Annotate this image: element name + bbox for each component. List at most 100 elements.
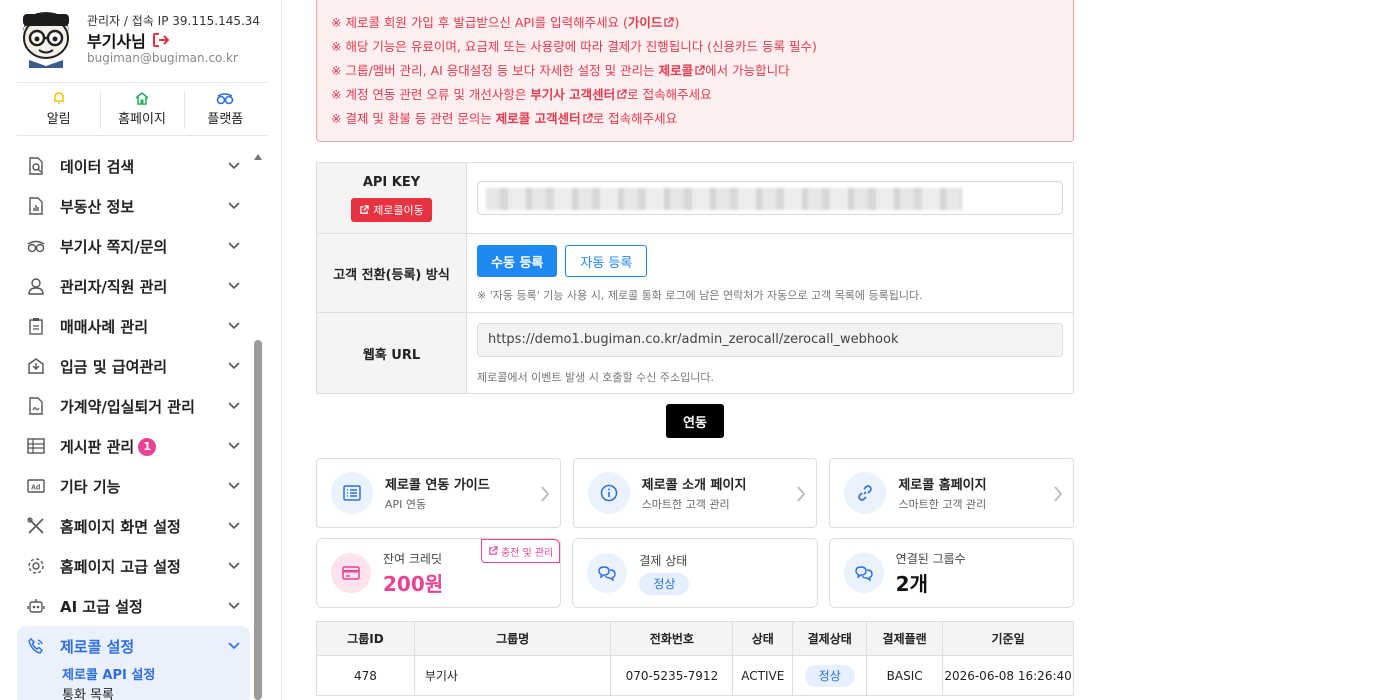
zerocall-support-link[interactable]: 제로콜 고객센터 [496, 111, 581, 126]
cell-group-id: 478 [316, 655, 415, 696]
pay-status-badge: 정상 [804, 664, 855, 687]
auto-register-button[interactable]: 자동 등록 [565, 245, 648, 277]
menu-ai-advanced[interactable]: AI 고급 설정 [17, 586, 250, 626]
glasses-icon [217, 93, 234, 105]
card-integration-guide[interactable]: 제로콜 연동 가이드 API 연동 [316, 458, 561, 528]
card-homepage[interactable]: 제로콜 홈페이지 스마트한 고객 관리 [829, 458, 1075, 528]
user-name-text: 부기사님 [87, 32, 146, 51]
card-title: 제로콜 소개 페이지 [641, 478, 747, 493]
row-mode: 고객 전환(등록) 방식 수동 등록 자동 등록 ※ '자동 등록' 기능 사용… [317, 234, 1073, 313]
cell-group-name: 부기사 [413, 655, 612, 696]
apikey-label: API KEY [362, 174, 421, 190]
menu-label: 매매사례 관리 [60, 317, 149, 336]
menu-staff[interactable]: 관리자/직원 관리 [17, 266, 250, 306]
logout-icon[interactable] [152, 32, 170, 48]
app-root: 관리자 / 접속 IP 39.115.145.34 부기사님 bugiman@b… [0, 0, 1400, 700]
guide-link[interactable]: 가이드 [628, 15, 663, 30]
notice-text: 에서 가능합니다 [705, 63, 790, 78]
apikey-input[interactable] [477, 181, 1063, 215]
menu-zerocall-settings[interactable]: 제로콜 설정 [17, 626, 250, 666]
webhook-header: 웹훅 URL [317, 313, 467, 393]
stat-credit: 잔여 크레딧 200원 충전 및 관리 [316, 538, 562, 608]
chevron-down-icon [228, 602, 240, 610]
notice-line: ※ 그룹/멤버 관리, AI 응대설정 등 보다 자세한 설정 및 관리는 제로… [331, 59, 1059, 83]
menu-homepage-screen[interactable]: 홈페이지 화면 설정 [17, 506, 250, 546]
menu-contracts[interactable]: 가계약/입실퇴거 관리 [17, 386, 250, 426]
col-group-id: 그룹ID [316, 621, 415, 656]
group-table: 그룹ID 그룹명 전화번호 상태 결제상태 결제플랜 기준일 478 부기사 0… [316, 621, 1074, 696]
credit-value: 200원 [383, 571, 444, 596]
external-link-icon [695, 65, 705, 75]
table-header-row: 그룹ID 그룹명 전화번호 상태 결제상태 결제플랜 기준일 [316, 621, 1074, 656]
charge-manage-button[interactable]: 충전 및 관리 [480, 539, 561, 563]
chevron-down-icon [228, 162, 240, 170]
notice-line: ※ 제로콜 회원 가입 후 발급받으신 API를 입력해주세요 (가이드) [331, 11, 1059, 35]
menu-payments[interactable]: 입금 및 급여관리 [17, 346, 250, 386]
menu-label: 기타 기능 [60, 477, 121, 496]
masked-key [486, 188, 962, 210]
cell-date: 2026-06-08 16:26:40 [942, 655, 1074, 696]
user-email: bugiman@bugiman.co.kr [87, 51, 238, 65]
notice-line: ※ 해당 기능은 유료이며, 요금제 또는 사용량에 따라 결제가 진행됩니다 … [331, 39, 817, 54]
zerocall-go-button[interactable]: 제로콜이동 [351, 197, 432, 222]
menu-group-zerocall: 제로콜 설정 제로콜 API 설정 통화 목록 [17, 626, 250, 700]
chevron-down-icon [228, 642, 240, 650]
stat-groups: 연결된 그룹수 2개 [828, 538, 1074, 608]
chevron-down-icon [228, 522, 240, 530]
quick-platform[interactable]: 플랫폼 [183, 83, 267, 135]
table-row[interactable]: 478 부기사 070-5235-7912 ACTIVE 정상 BASIC 20… [316, 655, 1074, 696]
menu-label: 가계약/입실퇴거 관리 [60, 397, 195, 416]
quick-homepage-label: 홈페이지 [118, 112, 166, 127]
scroll-thumb[interactable] [254, 340, 262, 700]
home-icon [135, 91, 149, 105]
notification-badge: 1 [138, 437, 157, 456]
zerocall-link[interactable]: 제로콜 [659, 63, 694, 78]
payment-status-badge: 정상 [639, 572, 690, 595]
link-cards: 제로콜 연동 가이드 API 연동 제로콜 소개 페이지스마트한 고객 관리 제로… [316, 458, 1075, 528]
quick-alarm[interactable]: 알림 [17, 83, 100, 135]
scroll-up-arrow[interactable] [254, 154, 262, 160]
card-intro-page[interactable]: 제로콜 소개 페이지스마트한 고객 관리 [572, 458, 818, 528]
quick-links: 알림 홈페이지 플랫폼 [17, 82, 267, 136]
col-group-name: 그룹명 [413, 621, 612, 656]
chart-doc-icon [29, 197, 43, 215]
col-status: 상태 [732, 621, 794, 656]
card-subtitle: 스마트한 고객 관리 [641, 498, 730, 511]
chevron-down-icon [228, 322, 240, 330]
menu-misc[interactable]: Ad 기타 기능 [17, 466, 250, 506]
menu-homepage-advanced[interactable]: 홈페이지 고급 설정 [17, 546, 250, 586]
notice-text: 로 접속해주세요 [627, 87, 712, 102]
bugisa-support-link[interactable]: 부기사 고객센터 [530, 87, 615, 102]
menu-label: 데이터 검색 [60, 157, 135, 176]
list-icon [343, 485, 361, 501]
chevron-down-icon [228, 242, 240, 250]
menu-sales-cases[interactable]: 매매사례 관리 [17, 306, 250, 346]
svg-text:Ad: Ad [31, 485, 40, 492]
row-apikey: API KEY 제로콜이동 [317, 163, 1073, 234]
notice-text: ※ 계정 연동 관련 오류 및 개선사항은 [331, 87, 531, 102]
manual-register-button[interactable]: 수동 등록 [477, 245, 558, 277]
col-date: 기준일 [942, 621, 1074, 656]
menu-realestate-info[interactable]: 부동산 정보 [17, 186, 250, 226]
quick-homepage[interactable]: 홈페이지 [100, 83, 183, 135]
menu-messages[interactable]: 부기사 쪽지/문의 [17, 226, 250, 266]
col-pay-status: 결제상태 [792, 621, 868, 656]
col-plan: 결제플랜 [866, 621, 944, 656]
chevron-down-icon [228, 282, 240, 290]
webhook-label: 웹훅 URL [362, 347, 421, 363]
cell-phone: 070-5235-7912 [610, 655, 734, 696]
webhook-url-field[interactable]: https://demo1.bugiman.co.kr/admin_zeroca… [477, 323, 1063, 357]
sidebar-scrollbar[interactable] [252, 146, 264, 700]
inbox-icon [28, 358, 44, 374]
mode-body: 수동 등록 자동 등록 ※ '자동 등록' 기능 사용 시, 제로콜 통화 로그… [467, 234, 1073, 312]
chevron-down-icon [228, 202, 240, 210]
connect-button[interactable]: 연동 [666, 404, 724, 438]
menu-data-search[interactable]: 데이터 검색 [17, 146, 250, 186]
menu-label: AI 고급 설정 [60, 597, 143, 616]
menu-board[interactable]: 게시판 관리 1 [17, 426, 250, 466]
submenu-api-settings[interactable]: 제로콜 API 설정 [62, 666, 250, 686]
apikey-body [467, 163, 1073, 233]
avatar [23, 12, 69, 68]
submenu-call-list[interactable]: 통화 목록 [62, 686, 250, 700]
menu-label: 제로콜 설정 [60, 637, 135, 656]
